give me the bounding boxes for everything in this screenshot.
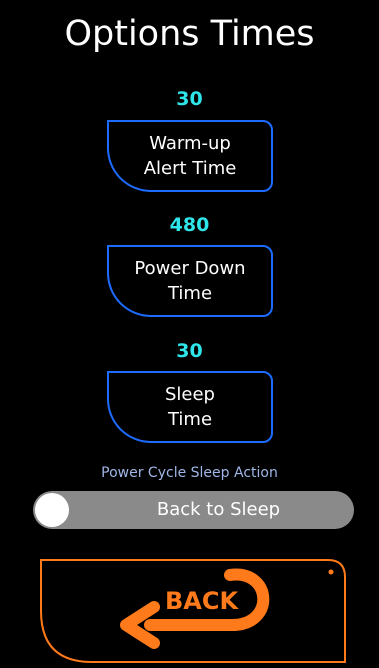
warm-up-alert-time-label: Warm-up Alert Time xyxy=(109,131,271,181)
sleep-time-value: 30 xyxy=(176,340,203,362)
warm-up-alert-time-value: 30 xyxy=(176,88,203,110)
power-down-time-button[interactable]: Power Down Time xyxy=(107,245,273,317)
button-label-line: Time xyxy=(167,409,213,430)
button-label-line: Alert Time xyxy=(143,158,237,179)
power-down-time-value: 480 xyxy=(169,214,210,236)
sleep-time-label: Sleep Time xyxy=(109,382,271,432)
toggle-state-text: Back to Sleep xyxy=(156,499,281,520)
button-label-line: Sleep xyxy=(164,384,215,405)
back-button-label: BACK xyxy=(165,587,239,615)
power-cycle-sleep-action-label: Power Cycle Sleep Action xyxy=(101,465,278,481)
power-cycle-sleep-action-toggle[interactable]: Back to Sleep xyxy=(33,491,354,529)
toggle-knob[interactable] xyxy=(35,493,69,527)
button-label-line: Time xyxy=(167,283,213,304)
button-label-line: Power Down xyxy=(134,258,246,279)
sleep-time-button[interactable]: Sleep Time xyxy=(107,371,273,443)
warm-up-alert-time-button[interactable]: Warm-up Alert Time xyxy=(107,120,273,192)
button-label-line: Warm-up xyxy=(149,133,231,154)
power-down-time-label: Power Down Time xyxy=(109,256,271,306)
back-button[interactable]: BACK xyxy=(40,559,346,663)
page-title: Options Times xyxy=(64,14,315,54)
